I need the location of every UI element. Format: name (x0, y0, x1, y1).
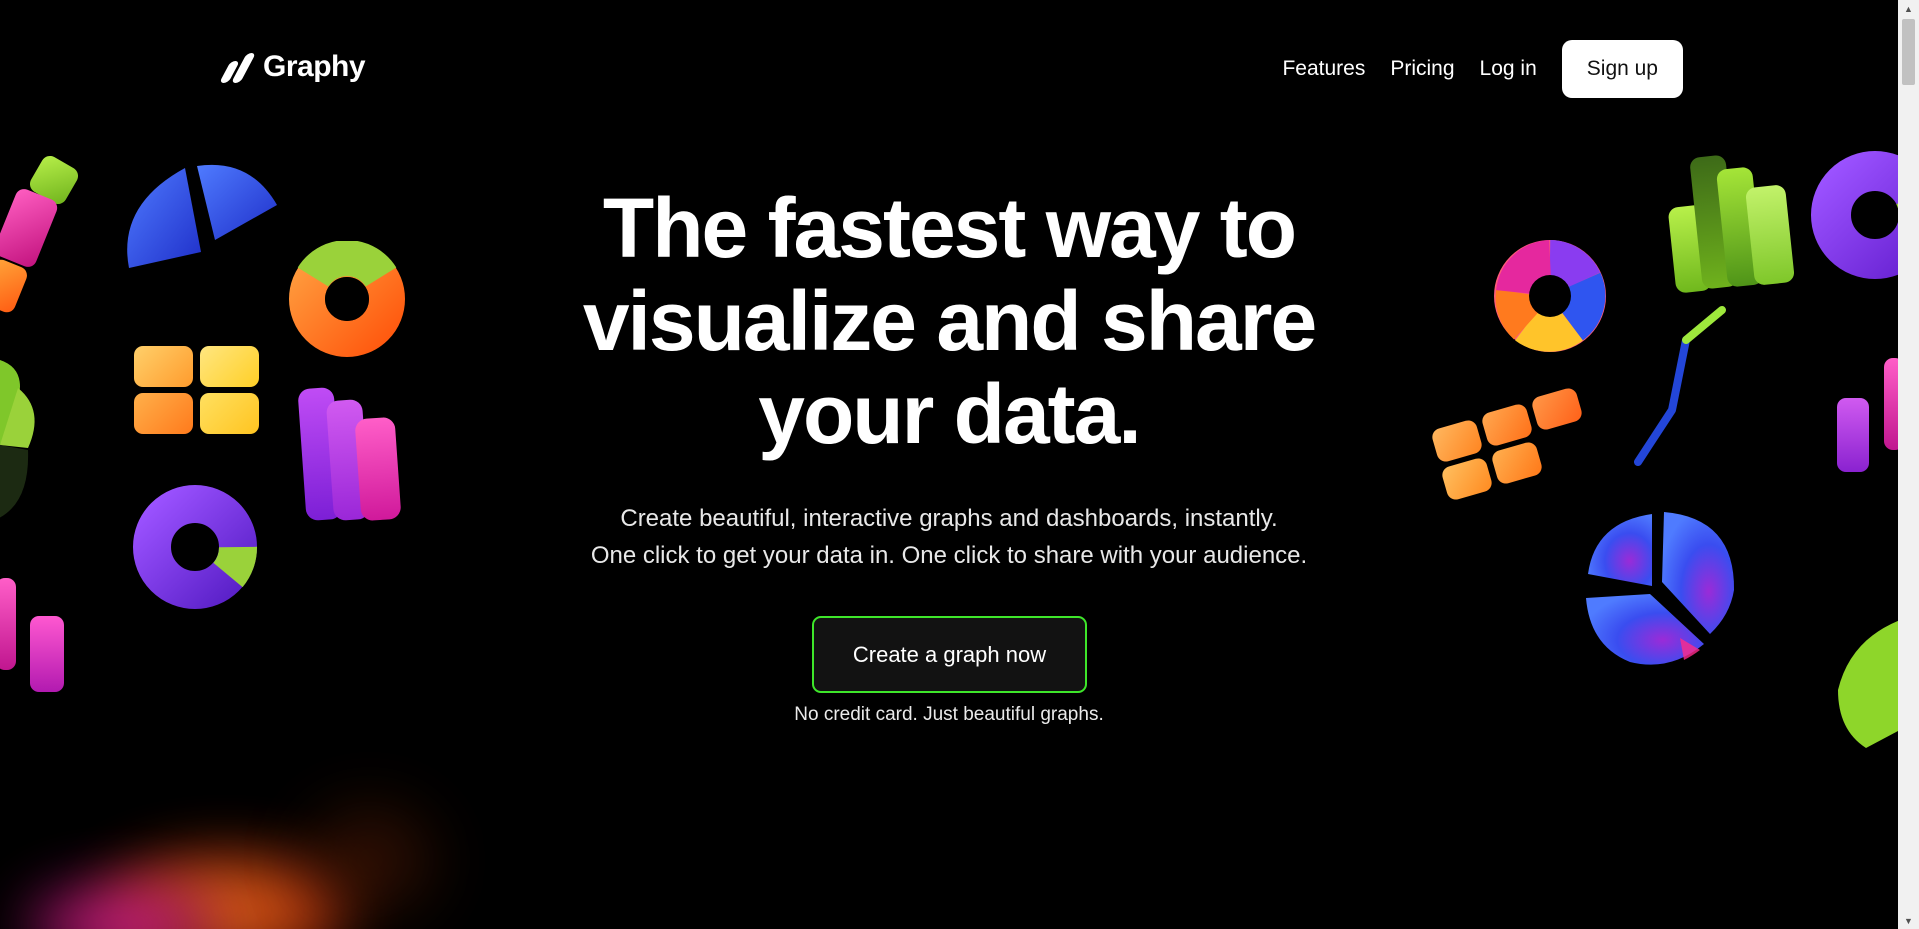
donut-chart-icon (289, 241, 405, 357)
pie-chart-icon (0, 360, 35, 518)
hero-title-line: your data. (758, 367, 1141, 461)
landing-page: Graphy Features Pricing Log in Sign up T… (0, 0, 1898, 929)
donut-chart-icon (133, 485, 257, 609)
donut-chart-icon (1494, 240, 1606, 352)
donut-chart-icon (1811, 151, 1898, 279)
scroll-down-arrow-icon[interactable]: ▼ (1898, 912, 1919, 929)
nav-link-pricing[interactable]: Pricing (1390, 57, 1454, 81)
hero-subtitle-line: One click to get your data in. One click… (590, 542, 1308, 569)
graphy-logo[interactable]: Graphy (217, 50, 366, 84)
pie-chart-icon (1838, 620, 1898, 748)
hero-title-line: visualize and share (582, 274, 1317, 368)
hero-subtitle: Create beautiful, interactive graphs and… (500, 500, 1398, 574)
hero-title: The fastest way to visualize and share y… (500, 182, 1398, 461)
logo-text: Graphy (263, 50, 366, 83)
create-graph-button[interactable]: Create a graph now (812, 616, 1087, 693)
scroll-up-arrow-icon[interactable]: ▲ (1898, 0, 1919, 17)
hero-title-line: The fastest way to (602, 181, 1297, 275)
glow-ember-decoration (280, 780, 460, 929)
top-navigation: Graphy Features Pricing Log in Sign up (0, 0, 1898, 140)
hero-subtitle-line: Create beautiful, interactive graphs and… (620, 505, 1278, 532)
pie-chart-icon (1586, 512, 1735, 665)
line-chart-icon (1634, 306, 1726, 466)
scroll-thumb[interactable] (1902, 19, 1915, 85)
graphy-slash-logo-icon (217, 50, 256, 84)
nav-links: Features Pricing Log in Sign up (1282, 40, 1683, 98)
stacked-bar-decoration (0, 186, 60, 270)
cta-note: No credit card. Just beautiful graphs. (794, 704, 1104, 725)
signup-button[interactable]: Sign up (1561, 40, 1683, 98)
nav-link-login[interactable]: Log in (1480, 57, 1537, 81)
nav-link-features[interactable]: Features (1282, 57, 1365, 81)
vertical-scrollbar[interactable]: ▲ ▼ (1898, 0, 1919, 929)
pie-chart-icon (127, 164, 277, 268)
